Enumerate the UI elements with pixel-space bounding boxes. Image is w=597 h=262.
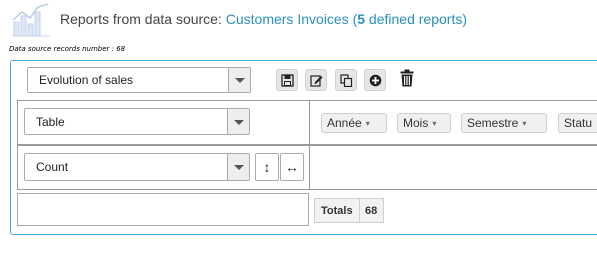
edit-icon <box>310 75 323 87</box>
save-icon <box>281 74 294 87</box>
records-count-label: Data source records number : 68 <box>9 45 126 53</box>
trash-icon <box>400 69 414 87</box>
add-button[interactable] <box>364 69 386 91</box>
field-chip-semestre[interactable]: Semestre ▾ <box>461 113 547 133</box>
chevron-down-icon <box>227 154 249 180</box>
copy-button[interactable] <box>335 69 357 91</box>
caret-down-icon[interactable]: ▾ <box>366 119 370 128</box>
field-chip-label: Année <box>327 116 362 130</box>
delete-button[interactable] <box>396 67 418 91</box>
page-header: Reports from data source: Customers Invo… <box>6 2 591 38</box>
field-chip-statut[interactable]: Statu <box>558 113 597 133</box>
report-chart-icon <box>10 2 52 38</box>
totals-row: Totals 68 <box>314 198 384 223</box>
field-chip-label: Semestre <box>467 116 519 130</box>
totals-label: Totals <box>321 205 353 217</box>
report-count: 5 <box>357 11 366 27</box>
field-chip-mois[interactable]: Mois ▾ <box>397 113 451 133</box>
report-count-suffix: defined reports) <box>365 11 467 27</box>
data-source-link[interactable]: Customers Invoices <box>226 11 349 27</box>
chevron-down-icon <box>228 68 250 92</box>
row-header-cell <box>17 193 309 226</box>
field-chip-label: Mois <box>403 116 429 130</box>
totals-value: 68 <box>365 205 378 217</box>
row-order-button[interactable]: ↕ <box>255 153 279 181</box>
field-chip-annee[interactable]: Année ▾ <box>321 113 387 133</box>
add-icon <box>369 74 382 87</box>
renderer-select-value: Table <box>36 114 65 129</box>
caret-down-icon[interactable]: ▾ <box>432 119 436 128</box>
copy-icon <box>340 74 353 87</box>
col-order-button[interactable]: ↔ <box>280 153 304 181</box>
page-title: Reports from data source: Customers Invo… <box>60 11 467 27</box>
aggregator-select-value: Count <box>36 160 69 174</box>
aggregator-select[interactable]: Count <box>24 153 250 181</box>
caret-down-icon[interactable]: ▾ <box>522 119 526 128</box>
edit-button[interactable] <box>305 69 327 91</box>
report-select[interactable]: Evolution of sales <box>27 67 251 93</box>
totals-divider <box>359 199 360 222</box>
title-prefix: Reports from data source: <box>60 11 226 27</box>
paren-open: ( <box>348 11 358 27</box>
renderer-select[interactable]: Table <box>24 108 250 135</box>
chevron-down-icon <box>227 109 249 134</box>
row-fields-cell <box>309 145 597 190</box>
field-chip-label: Statu <box>564 116 593 130</box>
save-button[interactable] <box>276 69 298 91</box>
report-select-value: Evolution of sales <box>39 73 134 87</box>
